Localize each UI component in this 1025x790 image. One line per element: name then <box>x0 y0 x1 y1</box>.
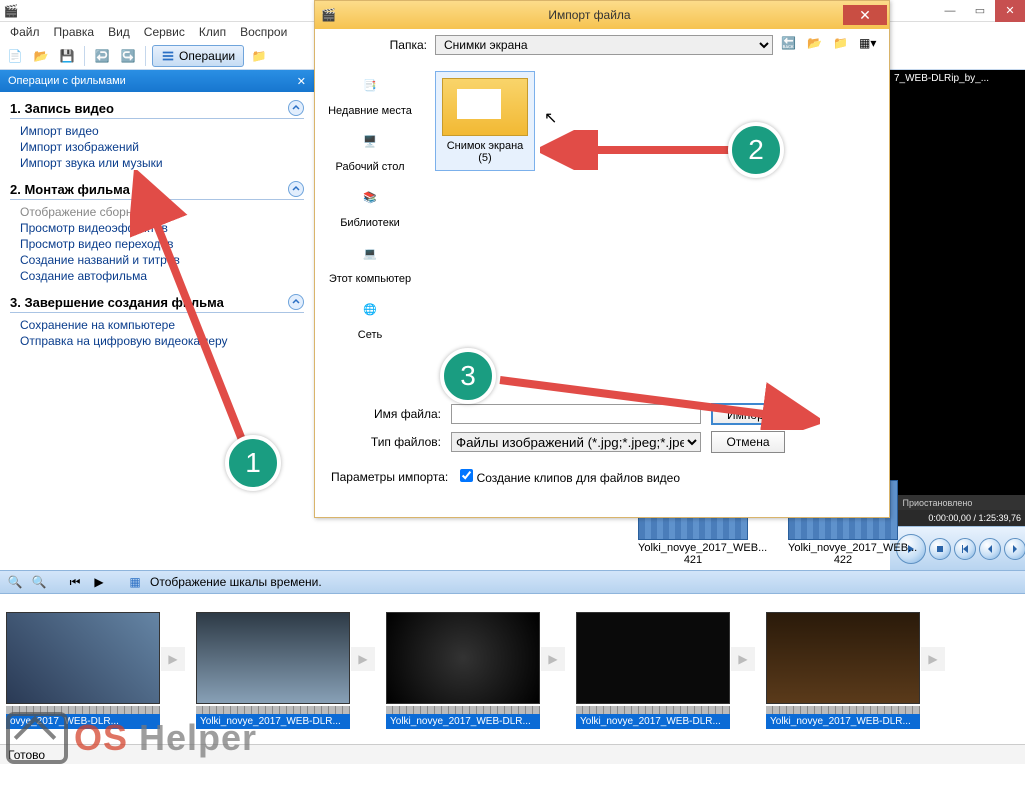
filetype-label: Тип файлов: <box>331 435 441 449</box>
menu-edit[interactable]: Правка <box>48 23 101 41</box>
step-back-button[interactable] <box>979 538 1001 560</box>
annotation-3: 3 <box>440 348 496 404</box>
taskpane-close-icon[interactable]: ✕ <box>297 75 306 88</box>
preview-video <box>890 87 1025 495</box>
menu-file[interactable]: Файл <box>4 23 46 41</box>
back-icon[interactable]: 🔙 <box>781 36 799 54</box>
import-dialog: 🎬 Импорт файла ✕ Папка: Снимки экрана 🔙 … <box>314 0 890 518</box>
watermark: OS Helper <box>6 712 257 764</box>
maximize-button[interactable]: ▭ <box>965 0 995 22</box>
timeline-clip[interactable]: ▶Yolki_novye_2017_WEB-DLR... <box>766 612 946 729</box>
send-camera-link[interactable]: Отправка на цифровую видеокамеру <box>10 333 304 349</box>
undo-icon[interactable]: ↩️ <box>91 45 113 67</box>
place-network[interactable]: 🌐Сеть <box>320 291 420 341</box>
file-list[interactable]: Снимок экрана (5) <box>425 61 889 391</box>
titles-credits-link[interactable]: Создание названий и титров <box>10 252 304 268</box>
preview-panel: 7_WEB-DLRip_by_... ⏸ Приостановлено 0:00… <box>890 70 1025 570</box>
dialog-icon: 🎬 <box>321 8 336 22</box>
preview-title: 7_WEB-DLRip_by_... <box>890 70 1025 87</box>
operations-button[interactable]: Операции <box>152 45 244 67</box>
collapse-icon[interactable] <box>288 294 304 310</box>
import-options-label: Параметры импорта: <box>331 470 448 484</box>
stop-button[interactable] <box>929 538 951 560</box>
app-icon: 🎬 <box>0 0 22 22</box>
section-2-title: 2. Монтаж фильма <box>10 182 130 197</box>
folder-select[interactable]: Снимки экрана <box>435 35 773 55</box>
video-effects-link[interactable]: Просмотр видеоэффектов <box>10 220 304 236</box>
timeline-toggle-icon[interactable]: ▦ <box>126 573 144 591</box>
save-icon[interactable]: 💾 <box>56 45 78 67</box>
import-audio-link[interactable]: Импорт звука или музыки <box>10 155 304 171</box>
annotation-1: 1 <box>225 435 281 491</box>
place-computer[interactable]: 💻Этот компьютер <box>320 235 420 285</box>
new-folder-icon[interactable]: 📁 <box>833 36 851 54</box>
section-3-title: 3. Завершение создания фильма <box>10 295 224 310</box>
dialog-title: Импорт файла <box>336 8 843 22</box>
collapse-icon[interactable] <box>288 100 304 116</box>
cancel-button[interactable]: Отмена <box>711 431 785 453</box>
menu-view[interactable]: Вид <box>102 23 136 41</box>
open-icon[interactable]: 📂 <box>30 45 52 67</box>
zoom-in-icon[interactable]: 🔍 <box>6 573 24 591</box>
menu-play[interactable]: Воспрои <box>234 23 293 41</box>
play-icon[interactable]: ▶ <box>90 573 108 591</box>
filename-label: Имя файла: <box>331 407 441 421</box>
automovie-link[interactable]: Создание автофильма <box>10 268 304 284</box>
folder-name: Снимок экрана (5) <box>447 140 524 164</box>
views-icon[interactable]: ▦▾ <box>859 36 877 54</box>
create-clips-checkbox[interactable]: Создание клипов для файлов видео <box>460 469 680 485</box>
save-computer-link[interactable]: Сохранение на компьютере <box>10 317 304 333</box>
timeline-label: Отображение шкалы времени. <box>150 575 322 589</box>
step-fwd-button[interactable] <box>1004 538 1025 560</box>
prev-button[interactable] <box>954 538 976 560</box>
places-bar: 📑Недавние места 🖥️Рабочий стол 📚Библиоте… <box>315 61 425 391</box>
folder-item[interactable]: Снимок экрана (5) <box>435 71 535 171</box>
place-desktop[interactable]: 🖥️Рабочий стол <box>320 123 420 173</box>
folder-label: Папка: <box>327 38 427 52</box>
video-transitions-link[interactable]: Просмотр видео переходов <box>10 236 304 252</box>
taskpane-header: Операции с фильмами ✕ <box>0 70 314 92</box>
paused-label: Приостановлено <box>903 498 973 508</box>
new-icon[interactable]: 📄 <box>4 45 26 67</box>
timeline-clip[interactable]: ▶Yolki_novye_2017_WEB-DLR... <box>576 612 756 729</box>
minimize-button[interactable]: — <box>935 0 965 22</box>
zoom-out-icon[interactable]: 🔍 <box>30 573 48 591</box>
preview-time: 0:00:00,00 / 1:25:39,76 <box>890 510 1025 526</box>
show-collections-link: Отображение сборников <box>10 204 304 220</box>
dialog-close-button[interactable]: ✕ <box>843 5 887 25</box>
import-video-link[interactable]: Импорт видео <box>10 123 304 139</box>
rewind-icon[interactable]: ⏮ <box>66 573 84 591</box>
taskpane: Операции с фильмами ✕ 1. Запись видео Им… <box>0 70 314 570</box>
timeline-toolbar: 🔍 🔍 ⏮ ▶ ▦ Отображение шкалы времени. <box>0 570 1025 594</box>
menu-tools[interactable]: Сервис <box>138 23 191 41</box>
cursor-icon: ↖ <box>544 108 557 128</box>
collapse-icon[interactable] <box>288 181 304 197</box>
up-icon[interactable]: 📂 <box>807 36 825 54</box>
menu-clip[interactable]: Клип <box>193 23 232 41</box>
import-button[interactable]: Импорт <box>711 403 785 425</box>
filetype-select[interactable]: Файлы изображений (*.jpg;*.jpeg;*.jpe;*.… <box>451 432 701 452</box>
filename-input[interactable] <box>451 404 701 424</box>
taskpane-title: Операции с фильмами <box>8 75 126 87</box>
collections-icon[interactable]: 📁 <box>248 45 270 67</box>
timeline-clip[interactable]: ▶Yolki_novye_2017_WEB-DLR... <box>386 612 566 729</box>
close-button[interactable]: ✕ <box>995 0 1025 22</box>
import-images-link[interactable]: Импорт изображений <box>10 139 304 155</box>
place-libraries[interactable]: 📚Библиотеки <box>320 179 420 229</box>
redo-icon[interactable]: ↪️ <box>117 45 139 67</box>
annotation-2: 2 <box>728 122 784 178</box>
place-recent[interactable]: 📑Недавние места <box>320 67 420 117</box>
section-1-title: 1. Запись видео <box>10 101 114 116</box>
operations-label: Операции <box>179 49 235 63</box>
